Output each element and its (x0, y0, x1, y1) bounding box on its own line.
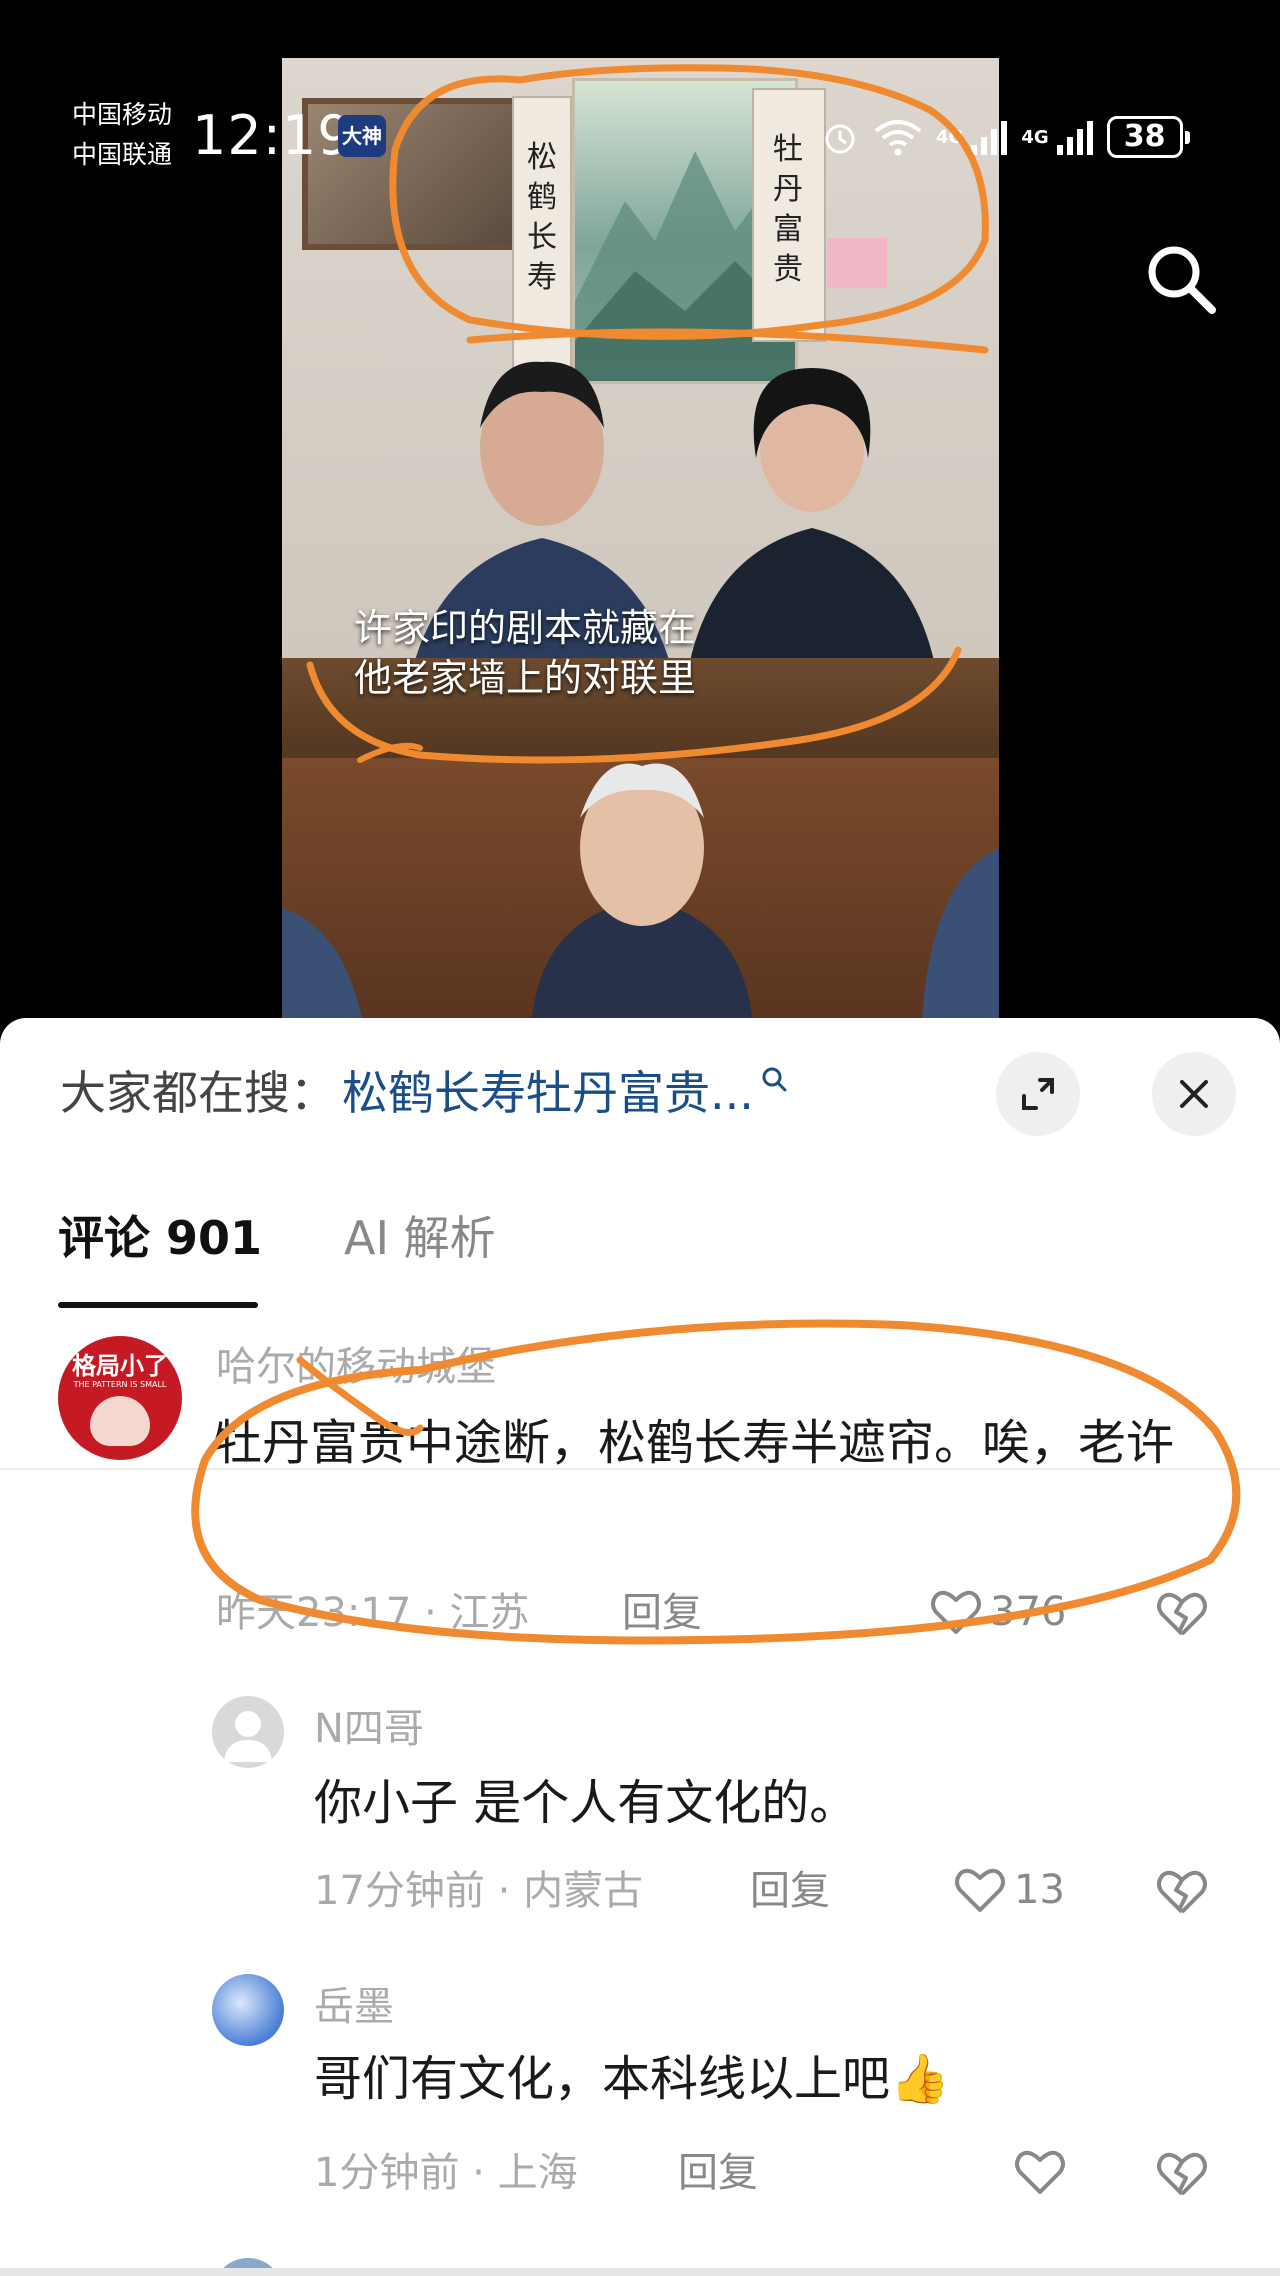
comment-text: 牡丹富贵中途断，松鹤长寿半遮帘。唉，老许 (214, 1415, 1175, 1471)
like-button[interactable]: 376 (928, 1584, 1066, 1640)
expand-button[interactable] (996, 1052, 1080, 1136)
broken-heart-icon[interactable] (1154, 2146, 1210, 2202)
broken-heart-icon[interactable] (1154, 1864, 1210, 1920)
default-avatar-icon (224, 1711, 272, 1762)
small-search-icon[interactable] (760, 1065, 788, 1093)
like-count: 376 (990, 1589, 1067, 1635)
comment-username[interactable]: 哈尔的移动城堡 (216, 1342, 496, 1392)
comment-location: 上海 (497, 2150, 578, 2196)
comment-tabs: 评论 901 AI 解析 (0, 1178, 1280, 1470)
like-button[interactable]: 13 (952, 1862, 1065, 1918)
clock: 12:19 (192, 104, 353, 167)
video-subtitle: 许家印的剧本就藏在 他老家墙上的对联里 (282, 603, 999, 703)
comment-meta: 昨天23:17 · 江苏 (216, 1590, 530, 1636)
active-tab-indicator (58, 1302, 258, 1308)
heart-icon (1015, 2150, 1065, 2194)
avatar[interactable] (212, 1696, 284, 1768)
hot-search-bar[interactable]: 大家都在搜： 松鹤长寿牡丹富贵... (60, 1050, 788, 1130)
battery-icon: 38 (1106, 116, 1190, 158)
avatar[interactable]: 格局小了 THE PATTERN IS SMALL (58, 1336, 182, 1460)
comment-time: 17分钟前 (314, 1868, 485, 1914)
comment-time: 昨天23:17 (216, 1590, 412, 1636)
carrier-1: 中国移动 (72, 100, 173, 129)
wifi-icon (874, 120, 922, 156)
hot-search-query[interactable]: 松鹤长寿牡丹富贵... (342, 1057, 754, 1123)
search-icon[interactable] (1140, 238, 1220, 318)
heart-icon (955, 1868, 1005, 1912)
like-button[interactable] (1012, 2144, 1074, 2200)
subtitle-line-2: 他老家墙上的对联里 (354, 656, 697, 700)
like-count: 13 (1014, 1867, 1065, 1913)
comment-username[interactable]: 岳墨 (314, 1982, 394, 2032)
alarm-icon (825, 124, 855, 154)
expand-icon (1022, 1078, 1054, 1110)
reply-button[interactable]: 回复 (678, 2146, 758, 2200)
comment-meta: 1分钟前 · 上海 (314, 2150, 578, 2196)
heart-icon (931, 1590, 981, 1634)
network-type-1: 4G (936, 126, 964, 148)
avatar-hand-graphic (90, 1396, 150, 1446)
pink-note (827, 238, 887, 288)
avatar-brand-subtext: THE PATTERN IS SMALL (73, 1380, 167, 1389)
comment-text: 你小子 是个人有文化的。 (314, 1775, 858, 1831)
avatar[interactable] (212, 1974, 284, 2046)
signal-icon-2 (1056, 121, 1093, 155)
close-icon (1180, 1080, 1208, 1108)
signal-icon-1 (971, 121, 1008, 155)
reply-button[interactable]: 回复 (622, 1586, 702, 1640)
tab-comments[interactable]: 评论 901 (58, 1208, 262, 1268)
comment-sheet: 大家都在搜： 松鹤长寿牡丹富贵... 评论 901 AI 解析 格局小了 THE… (0, 1018, 1280, 2276)
app-badge-icon: 大神 (338, 115, 386, 157)
hot-search-prefix: 大家都在搜： (60, 1066, 336, 1120)
tab-ai-analysis[interactable]: AI 解析 (344, 1208, 496, 1268)
video-player[interactable]: 松鹤长寿 牡丹富贵 许家印的剧本就藏在 他老家墙上的对联里 (282, 58, 999, 1018)
status-bar: 中国移动 中国联通 12:19 大神 4G 4G 38 (0, 0, 1280, 190)
home-indicator-area (0, 2268, 1280, 2276)
court-figure (282, 763, 999, 1018)
close-button[interactable] (1152, 1052, 1236, 1136)
subtitle-line-1: 许家印的剧本就藏在 (354, 606, 697, 650)
comment-location: 内蒙古 (523, 1868, 644, 1914)
comment-time: 1分钟前 (314, 2150, 460, 2196)
system-icons: 4G 4G 38 (820, 110, 1190, 164)
carrier-2: 中国联通 (72, 140, 173, 169)
avatar-brand-text: 格局小了 (72, 1352, 168, 1380)
comment-location: 江苏 (449, 1590, 530, 1636)
broken-heart-icon[interactable] (1154, 1586, 1210, 1642)
courtroom-scene (282, 758, 999, 1018)
comment-username[interactable]: N四哥 (314, 1704, 424, 1754)
comment-meta: 17分钟前 · 内蒙古 (314, 1868, 644, 1914)
reply-button[interactable]: 回复 (750, 1864, 830, 1918)
comment-text: 哥们有文化，本科线以上吧👍 (314, 2051, 950, 2107)
network-type-2: 4G (1021, 126, 1049, 148)
